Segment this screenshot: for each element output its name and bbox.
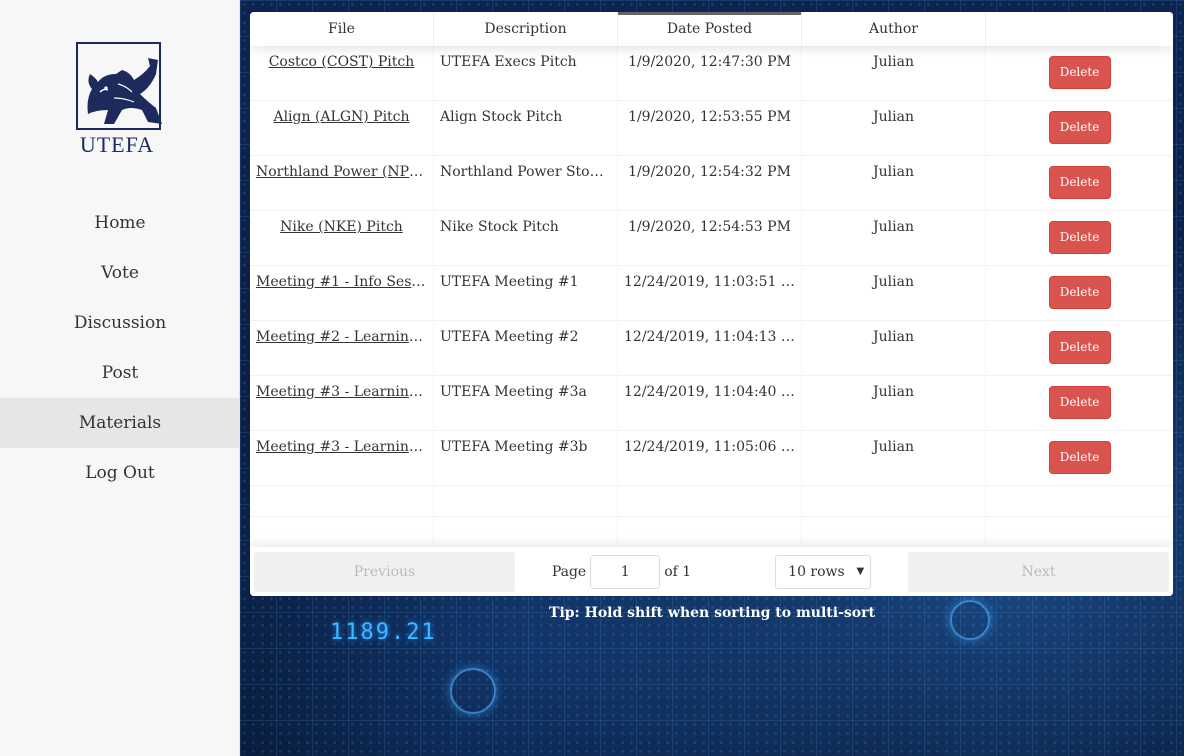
description-cell: UTEFA Execs Pitch	[434, 46, 618, 100]
table-row: Costco (COST) Pitch UTEFA Execs Pitch 1/…	[250, 46, 1173, 101]
action-cell: Delete	[986, 211, 1173, 265]
date-cell: 12/24/2019, 11:03:51 PM	[618, 266, 802, 320]
file-cell: Align (ALGN) Pitch	[250, 101, 434, 155]
table-row: Meeting #3 - Learning Session UTEFA Meet…	[250, 431, 1173, 486]
file-link[interactable]: Northland Power (NPI) Pitch	[256, 164, 433, 180]
description-cell: UTEFA Meeting #1	[434, 266, 618, 320]
date-cell: 12/24/2019, 11:04:40 PM	[618, 376, 802, 430]
empty-row	[250, 486, 1173, 517]
file-cell: Meeting #3 - Learning Session	[250, 376, 434, 430]
column-header-description[interactable]: Description	[434, 12, 618, 46]
sidebar-nav: Home Vote Discussion Post Materials Log …	[0, 198, 240, 498]
action-cell: Delete	[986, 46, 1173, 100]
table-body: Costco (COST) Pitch UTEFA Execs Pitch 1/…	[250, 46, 1173, 547]
delete-button[interactable]: Delete	[1048, 386, 1111, 419]
rows-per-page-value: 10 rows	[788, 563, 845, 580]
sidebar: UTEFA Home Vote Discussion Post Material…	[0, 0, 240, 756]
file-link[interactable]: Align (ALGN) Pitch	[273, 109, 409, 125]
page-label: Page	[551, 563, 587, 580]
column-header-file[interactable]: File	[250, 12, 434, 46]
bull-logo-icon	[76, 42, 162, 130]
description-cell: UTEFA Meeting #3b	[434, 431, 618, 485]
action-cell: Delete	[986, 376, 1173, 430]
table-row: Align (ALGN) Pitch Align Stock Pitch 1/9…	[250, 101, 1173, 156]
date-cell: 1/9/2020, 12:54:53 PM	[618, 211, 802, 265]
file-link[interactable]: Costco (COST) Pitch	[269, 54, 415, 70]
description-cell: UTEFA Meeting #2	[434, 321, 618, 375]
nav-item-vote[interactable]: Vote	[0, 248, 240, 298]
delete-button[interactable]: Delete	[1048, 221, 1111, 254]
author-cell: Julian	[802, 321, 986, 375]
author-cell: Julian	[802, 211, 986, 265]
rows-per-page-select[interactable]: 10 rows ▼	[775, 554, 872, 589]
table-row: Nike (NKE) Pitch Nike Stock Pitch 1/9/20…	[250, 211, 1173, 266]
table-row: Meeting #3 - Learning Session UTEFA Meet…	[250, 376, 1173, 431]
description-cell: Align Stock Pitch	[434, 101, 618, 155]
page-info: Page of 1 10 rows ▼	[515, 554, 908, 589]
column-header-date-posted[interactable]: Date Posted	[618, 12, 802, 46]
materials-table: File Description Date Posted Author Cost…	[250, 12, 1173, 596]
action-cell: Delete	[986, 156, 1173, 210]
brand-name: UTEFA	[79, 132, 155, 157]
description-cell: Northland Power Stock Pitch	[434, 156, 618, 210]
nav-item-discussion[interactable]: Discussion	[0, 298, 240, 348]
file-cell: Northland Power (NPI) Pitch	[250, 156, 434, 210]
table-row: Northland Power (NPI) Pitch Northland Po…	[250, 156, 1173, 211]
author-cell: Julian	[802, 376, 986, 430]
glow-ring-icon	[450, 668, 496, 714]
file-link[interactable]: Meeting #3 - Learning Session	[256, 439, 433, 455]
description-cell: Nike Stock Pitch	[434, 211, 618, 265]
file-cell: Meeting #3 - Learning Session	[250, 431, 434, 485]
action-cell: Delete	[986, 321, 1173, 375]
sort-tip: Tip: Hold shift when sorting to multi-so…	[549, 605, 875, 621]
file-link[interactable]: Meeting #3 - Learning Session	[256, 384, 433, 400]
date-cell: 1/9/2020, 12:47:30 PM	[618, 46, 802, 100]
column-header-actions	[986, 12, 1173, 46]
description-cell: UTEFA Meeting #3a	[434, 376, 618, 430]
page-number-input[interactable]	[590, 554, 661, 589]
date-cell: 12/24/2019, 11:05:06 PM	[618, 431, 802, 485]
file-cell: Meeting #2 - Learning Session	[250, 321, 434, 375]
caret-down-icon: ▼	[856, 565, 865, 577]
delete-button[interactable]: Delete	[1048, 441, 1111, 474]
utefa-logo[interactable]: UTEFA	[76, 42, 166, 160]
author-cell: Julian	[802, 46, 986, 100]
file-link[interactable]: Meeting #2 - Learning Session	[256, 329, 433, 345]
nav-item-post[interactable]: Post	[0, 348, 240, 398]
table-header: File Description Date Posted Author	[250, 12, 1173, 46]
author-cell: Julian	[802, 266, 986, 320]
nav-item-logout[interactable]: Log Out	[0, 448, 240, 498]
next-button[interactable]: Next	[908, 551, 1169, 592]
author-cell: Julian	[802, 101, 986, 155]
file-cell: Nike (NKE) Pitch	[250, 211, 434, 265]
background-digits: 1189.21	[330, 620, 437, 645]
nav-item-home[interactable]: Home	[0, 198, 240, 248]
delete-button[interactable]: Delete	[1048, 331, 1111, 364]
file-cell: Costco (COST) Pitch	[250, 46, 434, 100]
file-cell: Meeting #1 - Info Session	[250, 266, 434, 320]
total-pages-label: of 1	[664, 563, 692, 580]
date-cell: 1/9/2020, 12:53:55 PM	[618, 101, 802, 155]
action-cell: Delete	[986, 266, 1173, 320]
author-cell: Julian	[802, 156, 986, 210]
delete-button[interactable]: Delete	[1048, 56, 1111, 89]
column-header-author[interactable]: Author	[802, 12, 986, 46]
date-cell: 12/24/2019, 11:04:13 PM	[618, 321, 802, 375]
delete-button[interactable]: Delete	[1048, 111, 1111, 144]
date-cell: 1/9/2020, 12:54:32 PM	[618, 156, 802, 210]
author-cell: Julian	[802, 431, 986, 485]
nav-item-materials[interactable]: Materials	[0, 398, 240, 448]
file-link[interactable]: Nike (NKE) Pitch	[280, 219, 403, 235]
table-row: Meeting #1 - Info Session UTEFA Meeting …	[250, 266, 1173, 321]
pagination-bar: Previous Page of 1 10 rows ▼ Next	[250, 547, 1173, 596]
action-cell: Delete	[986, 431, 1173, 485]
table-row: Meeting #2 - Learning Session UTEFA Meet…	[250, 321, 1173, 376]
delete-button[interactable]: Delete	[1048, 276, 1111, 309]
action-cell: Delete	[986, 101, 1173, 155]
file-link[interactable]: Meeting #1 - Info Session	[256, 274, 433, 290]
delete-button[interactable]: Delete	[1048, 166, 1111, 199]
empty-row	[250, 517, 1173, 547]
previous-button[interactable]: Previous	[254, 551, 515, 592]
